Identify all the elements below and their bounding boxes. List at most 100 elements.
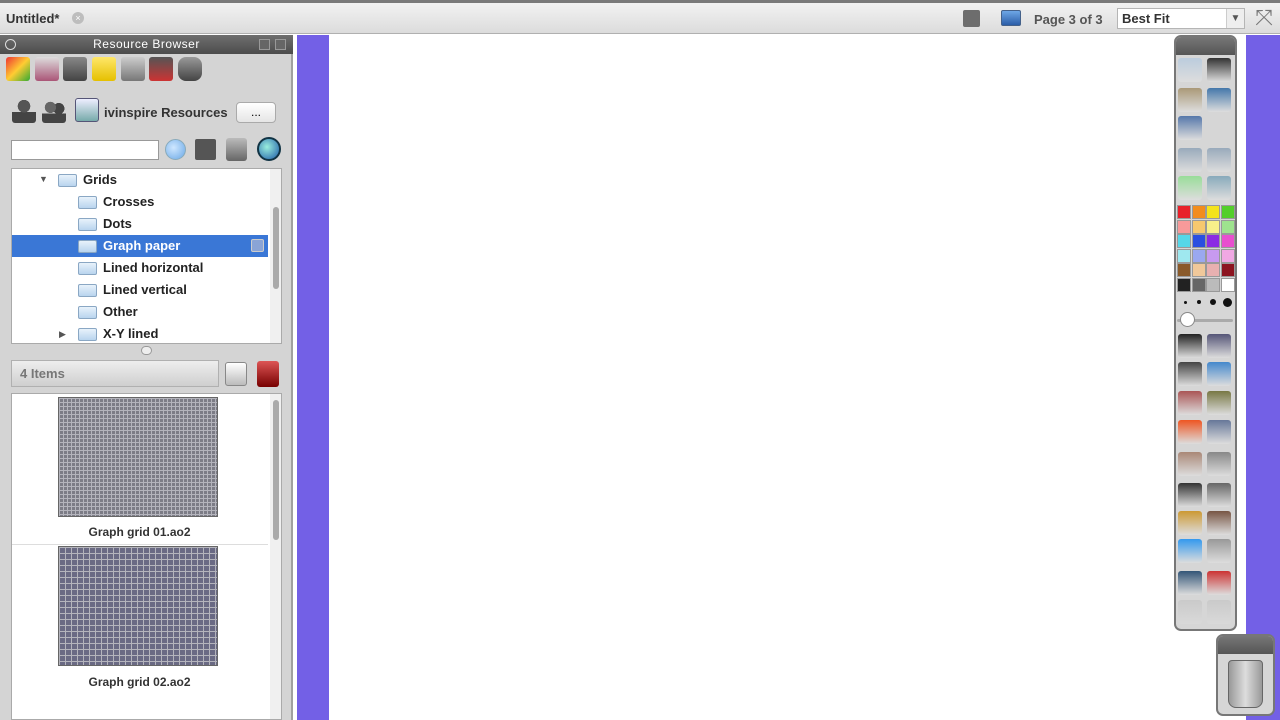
color-swatch[interactable] (1191, 205, 1206, 219)
search-icon[interactable] (257, 137, 281, 161)
notes-icon[interactable] (963, 10, 980, 27)
stamp-icon[interactable] (1178, 452, 1202, 476)
undo-icon[interactable] (1178, 600, 1202, 624)
stamp-icon[interactable] (149, 57, 173, 81)
color-swatch[interactable] (1177, 263, 1191, 277)
back-icon[interactable] (1178, 148, 1202, 172)
grid-view-icon[interactable] (195, 139, 216, 160)
more-button[interactable]: ... (236, 102, 276, 123)
record-icon[interactable] (1178, 176, 1202, 200)
text-icon[interactable] (1178, 483, 1202, 507)
list-item[interactable]: Graph grid 02.ao2 (12, 545, 268, 695)
document-tab[interactable]: Untitled* (6, 11, 59, 26)
color-swatch[interactable] (1177, 277, 1191, 292)
page-icon[interactable] (35, 57, 59, 81)
tree-item-action-icon[interactable] (251, 239, 264, 252)
fullscreen-icon[interactable]: ⤧ (1252, 7, 1276, 29)
trash-icon[interactable] (1228, 660, 1263, 708)
color-swatch[interactable] (1191, 234, 1206, 248)
fill-icon[interactable] (1207, 391, 1231, 415)
color-swatch[interactable] (1220, 219, 1235, 234)
toolbox-header[interactable] (1176, 37, 1235, 55)
keyboard-icon[interactable] (1207, 511, 1231, 535)
color-swatch[interactable] (1206, 277, 1220, 292)
pen-size-medium[interactable] (1197, 300, 1201, 304)
maximize-icon[interactable] (275, 39, 286, 50)
collection-icon[interactable] (63, 57, 87, 81)
stamp-icon[interactable] (257, 361, 279, 387)
pi-icon[interactable] (1207, 58, 1231, 82)
globe-icon[interactable] (1178, 539, 1202, 563)
splitter-handle[interactable] (141, 346, 152, 355)
expand-down-icon[interactable]: ▼ (39, 174, 48, 184)
shared-users-icon[interactable] (42, 99, 66, 123)
redo-icon[interactable] (1207, 600, 1231, 624)
close-tab-icon[interactable]: × (72, 12, 84, 24)
test-icon[interactable] (121, 57, 145, 81)
trash-header[interactable] (1218, 636, 1273, 654)
search-go-icon[interactable] (165, 139, 186, 160)
search-icon[interactable] (1178, 571, 1202, 595)
color-swatch[interactable] (1206, 205, 1220, 219)
tree-item-lined-vertical[interactable]: Lined vertical (78, 279, 187, 301)
pen-width-slider[interactable] (1177, 312, 1233, 327)
color-swatch[interactable] (1191, 277, 1206, 292)
tree-item-graph-paper[interactable]: Graph paper (78, 235, 180, 257)
tree-item-crosses[interactable]: Crosses (78, 191, 154, 213)
flipchart-page[interactable] (329, 35, 1246, 720)
tree-item-x-y-lined[interactable]: X-Y lined (78, 323, 158, 343)
color-swatch[interactable] (1220, 205, 1235, 219)
grid-icon[interactable] (1207, 483, 1231, 507)
color-swatch[interactable] (1191, 263, 1206, 277)
color-swatch[interactable] (1191, 248, 1206, 263)
minimize-icon[interactable] (259, 39, 270, 50)
shape-icon[interactable] (1178, 420, 1202, 444)
color-swatch[interactable] (1177, 234, 1191, 248)
color-swatch[interactable] (1220, 234, 1235, 248)
color-swatch[interactable] (1220, 248, 1235, 263)
zoom-select[interactable]: Best Fit ▼ (1117, 8, 1245, 29)
list-item[interactable]: Graph grid 01.ao2 (12, 394, 268, 544)
forward-icon[interactable] (1207, 148, 1231, 172)
search-input[interactable] (11, 140, 159, 160)
camera-icon[interactable] (1178, 116, 1202, 140)
color-swatch[interactable] (1206, 219, 1220, 234)
reset-icon[interactable] (1207, 571, 1231, 595)
color-swatch[interactable] (1191, 219, 1206, 234)
pen-icon[interactable] (1178, 362, 1202, 386)
tree-item-grids[interactable]: Grids (58, 169, 117, 191)
close-icon[interactable] (5, 39, 16, 50)
image-icon[interactable] (1207, 88, 1231, 112)
puzzle-icon[interactable] (178, 57, 202, 81)
select-icon[interactable] (1178, 334, 1202, 358)
resource-icon[interactable] (6, 57, 30, 81)
color-swatch[interactable] (1206, 248, 1220, 263)
slider-knob[interactable] (1180, 312, 1195, 327)
tree-scrollbar[interactable] (270, 169, 281, 343)
tree-scroll-thumb[interactable] (273, 207, 279, 289)
tree-item-other[interactable]: Other (78, 301, 138, 323)
pen-size-small[interactable] (1183, 300, 1187, 304)
notes-icon[interactable] (92, 57, 116, 81)
color-swatch[interactable] (1177, 219, 1191, 234)
page-action-icon[interactable] (225, 362, 247, 386)
eraser-icon[interactable] (1178, 391, 1202, 415)
pages-icon[interactable] (1178, 58, 1202, 82)
handwriting-icon[interactable] (1178, 511, 1202, 535)
page-browser-icon[interactable] (1001, 10, 1021, 26)
chevron-down-icon[interactable]: ▼ (1226, 9, 1244, 28)
items-scroll-thumb[interactable] (273, 400, 279, 540)
color-swatch[interactable] (1177, 205, 1191, 219)
user-icon[interactable] (12, 99, 36, 123)
clone-icon[interactable] (1207, 539, 1231, 563)
filter-icon[interactable] (226, 138, 247, 161)
magic-icon[interactable] (1207, 176, 1231, 200)
color-swatch[interactable] (1177, 248, 1191, 263)
tree-item-lined-horizontal[interactable]: Lined horizontal (78, 257, 203, 279)
color-swatch[interactable] (1206, 234, 1220, 248)
connector-icon[interactable] (1207, 420, 1231, 444)
color-swatch[interactable] (1220, 263, 1235, 277)
computer-icon[interactable] (75, 98, 99, 122)
items-scrollbar[interactable] (270, 394, 281, 719)
pen-size-x-large[interactable] (1222, 297, 1232, 307)
